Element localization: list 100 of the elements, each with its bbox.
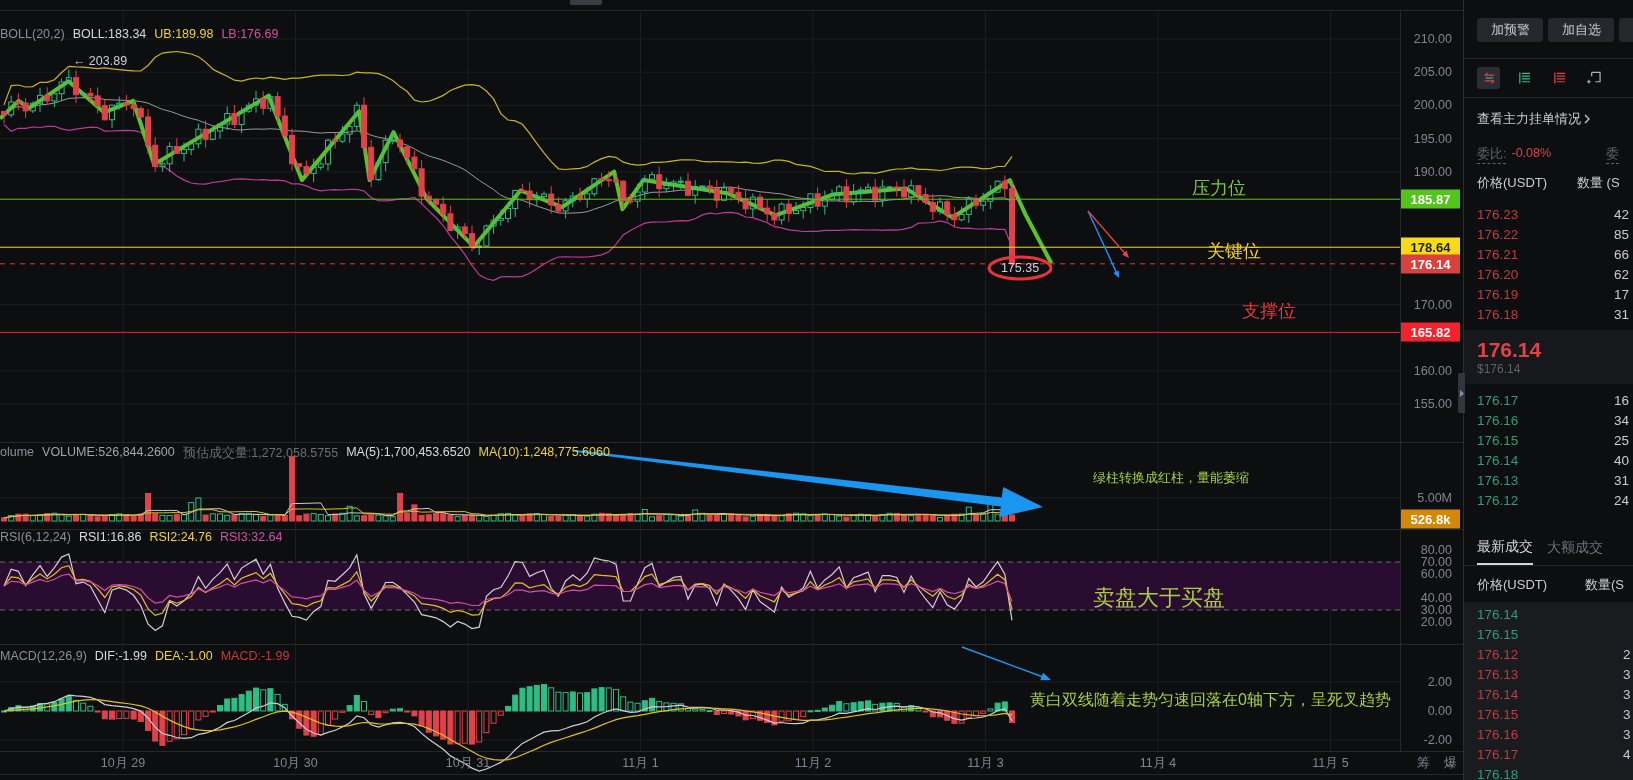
price-cell-text: 176.17 xyxy=(1477,392,1520,408)
annotation-text: 黄白双线随着走势匀速回落在0轴下方，呈死叉趋势 xyxy=(1030,689,1391,710)
annotation-text: 支撑位 xyxy=(1242,300,1296,323)
price-tag: 176.14 xyxy=(1401,254,1460,274)
indicator-value: BOLL:183.34 xyxy=(72,27,147,41)
quantity-cell-text: 3 xyxy=(1623,686,1632,702)
indicator-value: VOLUME:526,844.2600 xyxy=(42,444,175,461)
annotation-text: 卖盘大于买盘 xyxy=(1093,584,1225,612)
price-cell-text: 176.20 xyxy=(1477,266,1520,282)
quantity-cell-text: 42 xyxy=(1614,206,1631,222)
annotation-text: 压力位 xyxy=(1192,177,1246,200)
price-tag: 185.87 xyxy=(1401,189,1460,209)
column-header: 数量(S xyxy=(1585,576,1625,594)
quantity-cell-text: 34 xyxy=(1614,412,1631,428)
indicator-value: 预估成交量:1,272,058.5755 xyxy=(182,444,339,462)
price-cell-text: 176.14 xyxy=(1477,686,1520,702)
date-label: 11月 3 xyxy=(967,754,1004,772)
axis-tick: 200.00 xyxy=(1413,98,1452,113)
diff-label: 委 xyxy=(1606,146,1620,164)
indicator-name: MACD(12,26,9) xyxy=(0,649,87,663)
date-label: 11月 5 xyxy=(1312,754,1349,772)
indicator-value: UB:189.98 xyxy=(154,27,214,41)
column-header: 价格(USDT) xyxy=(1477,174,1549,192)
trades-tab[interactable]: 最新成交 xyxy=(1477,538,1533,565)
axis-tick: 170.00 xyxy=(1413,297,1452,312)
axis-tick: 155.00 xyxy=(1413,397,1452,412)
indicator-value: MACD:-1.99 xyxy=(220,649,290,663)
axis-tick: -2.00 xyxy=(1423,733,1452,747)
price-tag: 165.82 xyxy=(1401,322,1460,342)
axis-tick: 40.00 xyxy=(1420,591,1452,605)
axis-tick: 195.00 xyxy=(1413,131,1452,146)
depth-link[interactable]: 查看主力挂单情况 xyxy=(1464,98,1633,128)
indicator-value: LB:176.69 xyxy=(221,27,279,41)
volume-tag: 526.8k xyxy=(1401,509,1460,529)
price-cell-text: 176.22 xyxy=(1477,226,1520,242)
axis-tick: 160.00 xyxy=(1413,364,1452,378)
date-label: 10月 29 xyxy=(100,754,146,772)
indicator-name: olume xyxy=(0,444,35,461)
quantity-cell-text: 62 xyxy=(1614,266,1631,282)
annotation-text: 绿柱转换成红柱，量能萎缩 xyxy=(1093,469,1249,487)
ratio-value: -0.08% xyxy=(1511,146,1553,162)
price-cell-text: 176.19 xyxy=(1477,286,1520,302)
indicator-value: MA(5):1,700,453.6520 xyxy=(346,444,471,461)
indicator-value: RSI3:32.64 xyxy=(219,530,283,544)
low-price-label: 175.35 xyxy=(1000,261,1040,275)
price-cell-text: 176.17 xyxy=(1477,746,1520,762)
price-cell-text: 176.15 xyxy=(1477,432,1520,448)
quantity-cell-text: 3 xyxy=(1623,706,1632,722)
quantity-cell-text: 40 xyxy=(1614,452,1631,468)
axis-tick: 20.00 xyxy=(1420,615,1452,629)
date-label: 11月 1 xyxy=(622,754,659,772)
price-cell-text: 176.23 xyxy=(1477,206,1520,222)
axis-tick: 210.00 xyxy=(1413,32,1452,46)
date-label: 11月 4 xyxy=(1139,754,1177,772)
indicator-value: DIF:-1.99 xyxy=(94,649,147,663)
indicator-value: DEA:-1.00 xyxy=(154,649,213,663)
axis-tick: 190.00 xyxy=(1413,164,1452,179)
price-cell-text: 176.12 xyxy=(1477,646,1520,662)
column-header: 价格(USDT) xyxy=(1477,576,1549,594)
trades-tab[interactable]: 大额成交 xyxy=(1547,538,1603,565)
quantity-cell-text: 3 xyxy=(1623,726,1632,742)
price-cell-text: 176.15 xyxy=(1477,706,1520,722)
axis-tick: 0.00 xyxy=(1427,704,1452,718)
price-cell-text: 176.18 xyxy=(1477,306,1520,322)
price-cell-text: 176.14 xyxy=(1477,452,1520,468)
ratio-label: 委比: xyxy=(1477,146,1507,164)
quantity-cell-text: 3 xyxy=(1623,666,1632,682)
indicator-name: BOLL(20,2) xyxy=(0,27,65,41)
quantity-cell-text: 17 xyxy=(1614,286,1631,302)
axis-tool-label[interactable]: 筹 xyxy=(1417,754,1430,772)
usd-price: $176.14 xyxy=(1477,362,1522,376)
last-price: 176.14 xyxy=(1477,338,1543,362)
price-cell-text: 176.13 xyxy=(1477,472,1520,488)
quantity-cell-text: 2 xyxy=(1623,646,1632,662)
price-cell-text: 176.14 xyxy=(1477,606,1520,622)
indicator-value: RSI2:24.76 xyxy=(149,530,212,544)
indicator-value: MA(10):1,248,775.6060 xyxy=(478,444,610,461)
date-label: 11月 2 xyxy=(794,754,832,772)
quantity-cell-text: 31 xyxy=(1614,472,1631,488)
quantity-cell-text: 85 xyxy=(1614,226,1631,242)
axis-tick: 5.00M xyxy=(1417,491,1452,505)
axis-tick: 60.00 xyxy=(1420,567,1452,581)
axis-tick: 70.00 xyxy=(1420,555,1452,569)
price-cell-text: 176.16 xyxy=(1477,412,1520,428)
action-button[interactable]: 加预警 xyxy=(1477,18,1543,42)
quantity-cell-text: 24 xyxy=(1614,492,1631,508)
quantity-cell-text: 25 xyxy=(1614,432,1631,448)
high-price-label: ← 203.89 xyxy=(72,54,128,68)
indicator-value: RSI1:16.86 xyxy=(78,530,142,544)
quantity-cell-text: 4 xyxy=(1623,746,1632,762)
action-button[interactable]: 加自选 xyxy=(1548,18,1614,42)
price-cell-text: 176.18 xyxy=(1477,766,1520,780)
axis-tick: 205.00 xyxy=(1413,65,1452,80)
price-cell-text: 176.15 xyxy=(1477,626,1520,642)
date-label: 10月 30 xyxy=(273,754,318,772)
quantity-cell-text: 31 xyxy=(1614,306,1631,322)
price-cell-text: 176.12 xyxy=(1477,492,1520,508)
axis-tick: 80.00 xyxy=(1420,543,1452,557)
quantity-cell-text: 66 xyxy=(1614,246,1631,262)
axis-tool-label[interactable]: 爆 xyxy=(1444,754,1457,772)
